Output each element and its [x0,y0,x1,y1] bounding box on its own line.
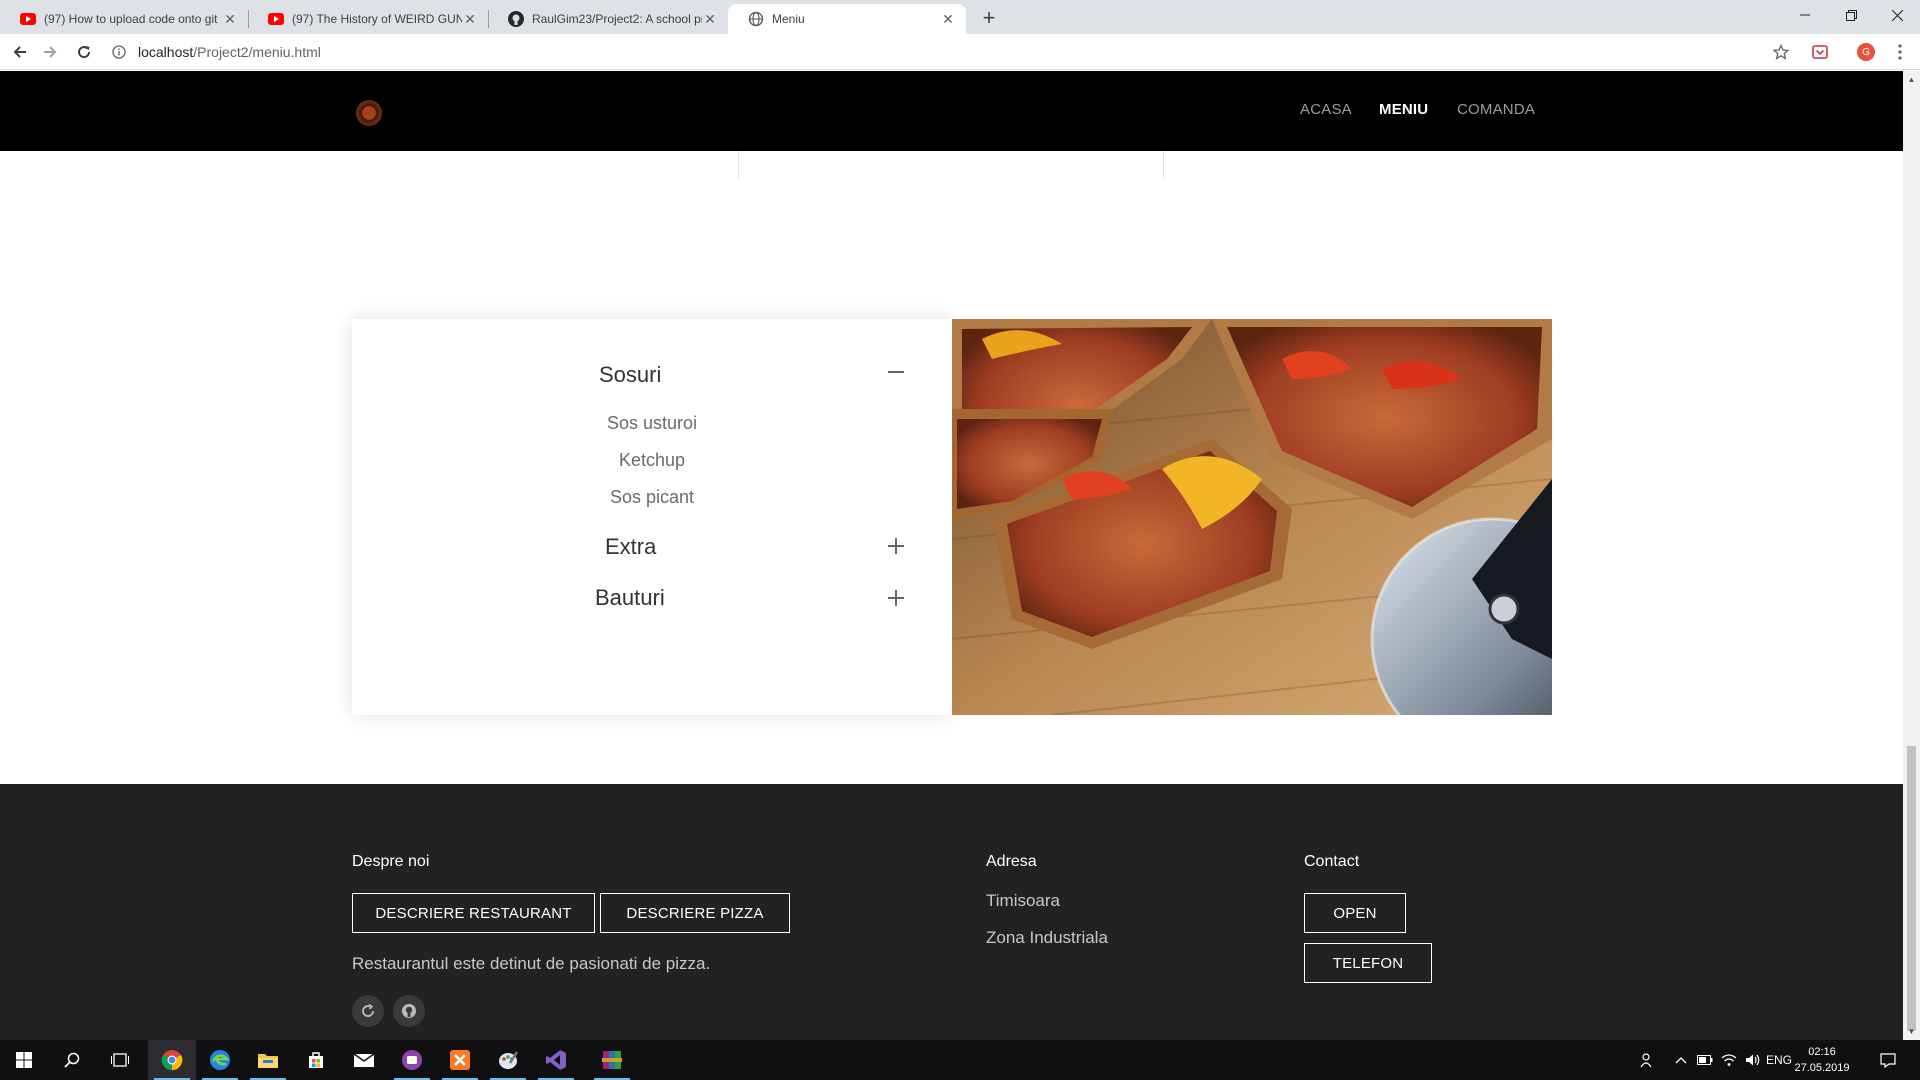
store-icon[interactable] [292,1040,340,1080]
pizza-photo [952,319,1552,715]
reload-icon[interactable] [72,40,96,64]
youtube-icon [20,11,36,27]
menu-item: Sos picant [609,487,695,507]
refresh-social-icon[interactable] [352,995,384,1027]
search-icon[interactable] [48,1040,96,1080]
address-bar[interactable]: localhost/Project2/meniu.html [110,38,1775,66]
url-path: /Project2/meniu.html [193,44,321,60]
bookmark-star-icon[interactable] [1771,42,1791,62]
telefon-button[interactable]: TELEFON [1304,943,1432,983]
about-text: Restaurantul este detinut de pasionati d… [352,954,711,973]
nav-link-comanda[interactable]: COMANDA [1457,101,1535,118]
site-navbar: ACASA MENIU COMANDA [0,71,1903,151]
forward-arrow-icon[interactable] [38,40,62,64]
page-viewport: ACASA MENIU COMANDA Sosuri Sos usturoi K… [0,71,1903,1040]
edge-icon[interactable] [196,1040,244,1080]
menu-kebab-icon[interactable] [1890,42,1910,62]
close-tab-icon[interactable]: ✕ [222,11,238,28]
github-icon[interactable] [393,995,425,1027]
address-line: Zona Industriala [986,928,1108,947]
minimize-icon[interactable] [1782,0,1828,30]
youtube-icon [268,11,284,27]
close-tab-icon[interactable]: ✕ [940,11,956,28]
menu-card: Sosuri Sos usturoi Ketchup Sos picant Ex… [352,319,952,715]
info-icon[interactable] [110,43,128,61]
task-view-icon[interactable] [96,1040,144,1080]
menu-item: Ketchup [618,450,686,470]
plus-icon[interactable] [888,590,904,606]
category-title-extra[interactable]: Extra [605,534,656,560]
descriere-pizza-button[interactable]: DESCRIERE PIZZA [600,893,790,933]
footer-heading-contact: Contact [1304,853,1360,870]
browser-tab[interactable]: RaulGim23/Project2: A school pro ✕ [488,4,728,34]
pizzeria-logo[interactable] [356,100,382,126]
browser-tab[interactable]: (97) How to upload code onto git ✕ [0,4,248,34]
people-icon[interactable] [1636,1040,1660,1080]
scroll-up-arrow-icon[interactable]: ▲ [1903,71,1920,88]
footer-heading-about: Despre noi [352,853,430,870]
wifi-icon[interactable] [1718,1040,1740,1080]
tab-title: Meniu [772,12,805,26]
paint-icon[interactable] [484,1040,532,1080]
tab-title: (97) The History of WEIRD GUNS [292,12,462,26]
volume-icon[interactable] [1742,1040,1764,1080]
profile-initial: G [1862,46,1870,58]
scrollbar-thumb[interactable] [1907,746,1916,1031]
tab-title: RaulGim23/Project2: A school pro [532,12,702,26]
battery-icon[interactable] [1694,1040,1716,1080]
browser-tab-active[interactable]: Meniu ✕ [728,4,966,34]
descriere-restaurant-button[interactable]: DESCRIERE RESTAURANT [352,893,595,933]
visual-studio-icon[interactable] [532,1040,580,1080]
profile-avatar[interactable]: G [1856,42,1876,62]
scroll-down-arrow-icon[interactable]: ▼ [1903,1023,1920,1040]
browser-tab-strip: (97) How to upload code onto git ✕ (97) … [0,0,1920,34]
address-line: Timisoara [986,891,1060,910]
browser-tab[interactable]: (97) The History of WEIRD GUNS ✕ [248,4,488,34]
category-title-bauturi[interactable]: Bauturi [595,585,665,611]
back-arrow-icon[interactable] [8,40,32,64]
windows-start-icon[interactable] [0,1040,48,1080]
clock-time: 02:16 [1808,1046,1836,1058]
restore-icon[interactable] [1828,0,1874,30]
divider-line [1163,151,1164,179]
mail-icon[interactable] [340,1040,388,1080]
taskbar-clock[interactable]: 02:16 27.05.2019 [1792,1044,1852,1076]
url-host: localhost [138,44,194,60]
page-scrollbar[interactable]: ▲ ▼ [1903,71,1920,1040]
browser-toolbar: localhost/Project2/meniu.html G [0,34,1920,70]
close-tab-icon[interactable]: ✕ [462,11,478,28]
site-footer: Despre noi DESCRIERE RESTAURANT DESCRIER… [0,784,1903,1040]
footer-heading-address: Adresa [986,853,1037,870]
plus-icon[interactable] [888,538,904,554]
minus-icon[interactable] [888,364,904,380]
media-app-icon[interactable] [388,1040,436,1080]
menu-item: Sos usturoi [606,413,698,433]
new-tab-button[interactable]: + [976,6,1002,32]
nav-link-acasa[interactable]: ACASA [1300,101,1352,118]
winrar-icon[interactable] [588,1040,636,1080]
github-icon [508,11,524,27]
nav-link-meniu[interactable]: MENIU [1379,101,1428,118]
divider-line [738,151,739,179]
xampp-icon[interactable] [436,1040,484,1080]
windows-taskbar: ENG 02:16 27.05.2019 [0,1040,1920,1080]
file-explorer-icon[interactable] [244,1040,292,1080]
tab-title: (97) How to upload code onto git [44,12,218,26]
close-window-icon[interactable] [1874,0,1920,30]
pocket-extension-icon[interactable] [1810,42,1830,62]
close-tab-icon[interactable]: ✕ [702,11,718,28]
open-button[interactable]: OPEN [1304,893,1406,933]
globe-icon [748,11,764,27]
chevron-up-icon[interactable] [1670,1040,1692,1080]
chrome-icon[interactable] [148,1040,196,1080]
category-title-sosuri[interactable]: Sosuri [599,362,661,388]
notifications-icon[interactable] [1870,1040,1906,1080]
clock-date: 27.05.2019 [1794,1062,1850,1074]
language-indicator[interactable]: ENG [1766,1040,1792,1080]
